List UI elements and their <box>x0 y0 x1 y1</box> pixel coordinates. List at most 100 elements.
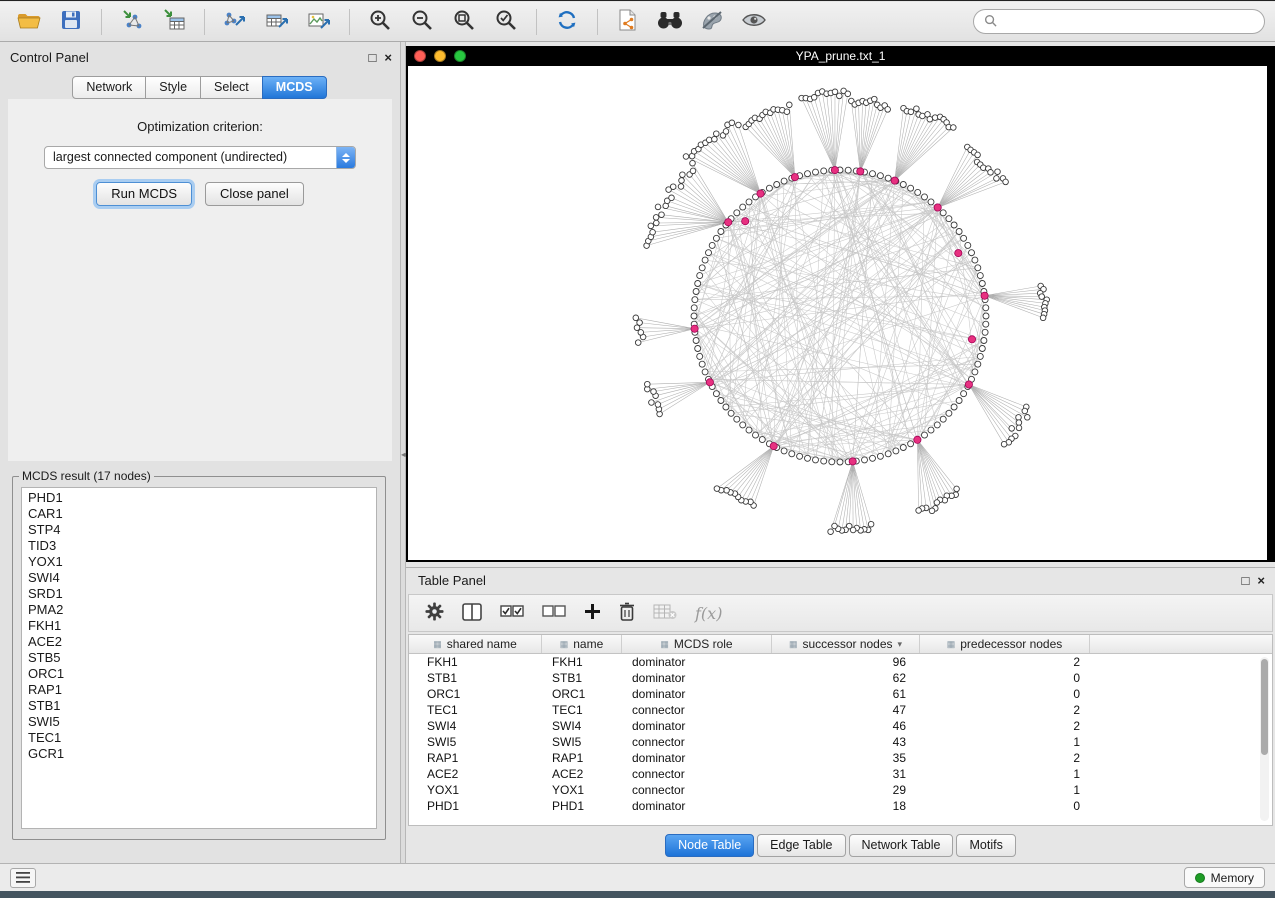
close-panel-button-mcds[interactable]: Close panel <box>205 182 304 206</box>
mcds-result-item[interactable]: YOX1 <box>22 554 376 570</box>
table-toolbar: f(x) <box>408 594 1273 632</box>
search-field[interactable] <box>973 9 1265 34</box>
table-row[interactable]: RAP1RAP1dominator352 <box>409 750 1272 766</box>
run-mcds-button[interactable]: Run MCDS <box>96 182 192 206</box>
delete-column-button[interactable] <box>619 602 635 624</box>
select-all-columns-button[interactable] <box>500 605 524 621</box>
column-header-mcds-role[interactable]: ▦ MCDS role <box>622 635 772 653</box>
mcds-result-item[interactable]: STB1 <box>22 698 376 714</box>
column-type-icon: ▦ <box>789 639 798 650</box>
mcds-result-list[interactable]: PHD1CAR1STP4TID3YOX1SWI4SRD1PMA2FKH1ACE2… <box>21 487 377 829</box>
table-row[interactable]: YOX1YOX1connector291 <box>409 782 1272 798</box>
column-header-predecessor-nodes[interactable]: ▦ predecessor nodes <box>920 635 1090 653</box>
deselect-all-columns-button[interactable] <box>542 605 566 621</box>
status-menu-button[interactable] <box>10 868 36 888</box>
mcds-result-item[interactable]: FKH1 <box>22 618 376 634</box>
refresh-view-button[interactable] <box>548 6 586 38</box>
mcds-result-item[interactable]: GCR1 <box>22 746 376 762</box>
table-row[interactable]: ORC1ORC1dominator610 <box>409 686 1272 702</box>
mcds-result-item[interactable]: SWI5 <box>22 714 376 730</box>
mcds-result-item[interactable]: TID3 <box>22 538 376 554</box>
tab-mcds[interactable]: MCDS <box>262 76 327 99</box>
table-row[interactable]: SWI4SWI4dominator462 <box>409 718 1272 734</box>
network-window-titlebar[interactable]: YPA_prune.txt_1 <box>406 46 1275 66</box>
column-header-name[interactable]: ▦ name <box>542 635 622 653</box>
tab-edge-table[interactable]: Edge Table <box>757 834 845 857</box>
delete-table-button[interactable] <box>653 604 677 623</box>
table-cell: 29 <box>772 783 920 797</box>
tab-network[interactable]: Network <box>72 76 146 99</box>
table-row[interactable]: PHD1PHD1dominator180 <box>409 798 1272 814</box>
close-window-icon[interactable] <box>414 50 426 62</box>
function-builder-button[interactable]: f(x) <box>695 604 722 623</box>
save-session-button[interactable] <box>52 6 90 38</box>
mcds-result-item[interactable]: STP4 <box>22 522 376 538</box>
table-row[interactable]: ACE2ACE2connector311 <box>409 766 1272 782</box>
optimization-criterion-label: Optimization criterion: <box>8 99 392 134</box>
create-column-button[interactable] <box>584 603 601 623</box>
tab-node-table[interactable]: Node Table <box>665 834 754 857</box>
table-row[interactable]: STB1STB1dominator620 <box>409 670 1272 686</box>
zoom-selected-button[interactable] <box>487 6 525 38</box>
float-panel-button[interactable]: □ <box>369 50 377 65</box>
memory-status-icon <box>1195 873 1205 883</box>
table-settings-button[interactable] <box>425 602 444 624</box>
zoom-fit-button[interactable] <box>445 6 483 38</box>
mcds-result-item[interactable]: SWI4 <box>22 570 376 586</box>
mcds-result-item[interactable]: ORC1 <box>22 666 376 682</box>
mcds-result-item[interactable]: RAP1 <box>22 682 376 698</box>
share-document-button[interactable] <box>609 6 647 38</box>
table-cell: connector <box>622 735 772 749</box>
mcds-result-item[interactable]: TEC1 <box>22 730 376 746</box>
search-input[interactable] <box>1003 15 1254 29</box>
export-table-button[interactable] <box>258 6 296 38</box>
column-header-successor-nodes[interactable]: ▦ successor nodes ▾ <box>772 635 920 653</box>
minimize-window-icon[interactable] <box>434 50 446 62</box>
maximize-window-icon[interactable] <box>454 50 466 62</box>
tab-select[interactable]: Select <box>200 76 263 99</box>
toolbar-separator <box>204 9 205 35</box>
memory-button[interactable]: Memory <box>1184 867 1265 888</box>
optimization-criterion-select[interactable]: largest connected component (undirected) <box>44 146 356 169</box>
import-table-button[interactable] <box>155 6 193 38</box>
network-canvas[interactable] <box>408 66 1267 560</box>
export-table-icon <box>265 9 289 34</box>
export-network-button[interactable] <box>216 6 254 38</box>
find-button[interactable] <box>651 6 689 38</box>
mcds-result-item[interactable]: ACE2 <box>22 634 376 650</box>
close-table-panel-button[interactable]: × <box>1257 573 1265 588</box>
table-cell: dominator <box>622 671 772 685</box>
table-cell: RAP1 <box>542 751 622 765</box>
close-panel-button[interactable]: × <box>384 50 392 65</box>
table-cell: 1 <box>920 783 1090 797</box>
mcds-result-item[interactable]: PMA2 <box>22 602 376 618</box>
table-row[interactable]: SWI5SWI5connector431 <box>409 734 1272 750</box>
sort-dropdown-icon[interactable]: ▾ <box>898 639 903 650</box>
table-row[interactable]: TEC1TEC1connector472 <box>409 702 1272 718</box>
import-network-button[interactable] <box>113 6 151 38</box>
column-header-shared-name[interactable]: ▦ shared name <box>409 635 542 653</box>
graphics-details-button[interactable] <box>693 6 731 38</box>
float-table-panel-button[interactable]: □ <box>1242 573 1250 588</box>
table-row[interactable]: FKH1FKH1dominator962 <box>409 654 1272 670</box>
table-cell: 35 <box>772 751 920 765</box>
table-vertical-scrollbar[interactable] <box>1260 657 1269 821</box>
open-file-button[interactable] <box>10 6 48 38</box>
zoom-in-button[interactable] <box>361 6 399 38</box>
table-cell: 0 <box>920 687 1090 701</box>
table-cell: PHD1 <box>409 799 542 813</box>
table-body: FKH1FKH1dominator962STB1STB1dominator620… <box>409 654 1272 814</box>
tab-network-table[interactable]: Network Table <box>849 834 954 857</box>
show-columns-button[interactable] <box>462 603 482 624</box>
mcds-result-item[interactable]: STB5 <box>22 650 376 666</box>
scrollbar-thumb[interactable] <box>1261 659 1268 755</box>
mcds-result-item[interactable]: PHD1 <box>22 490 376 506</box>
tab-motifs[interactable]: Motifs <box>956 834 1015 857</box>
mcds-result-item[interactable]: SRD1 <box>22 586 376 602</box>
show-hide-button[interactable] <box>735 6 773 38</box>
network-graph[interactable] <box>408 66 1267 560</box>
export-image-button[interactable] <box>300 6 338 38</box>
tab-style[interactable]: Style <box>145 76 201 99</box>
mcds-result-item[interactable]: CAR1 <box>22 506 376 522</box>
zoom-out-button[interactable] <box>403 6 441 38</box>
